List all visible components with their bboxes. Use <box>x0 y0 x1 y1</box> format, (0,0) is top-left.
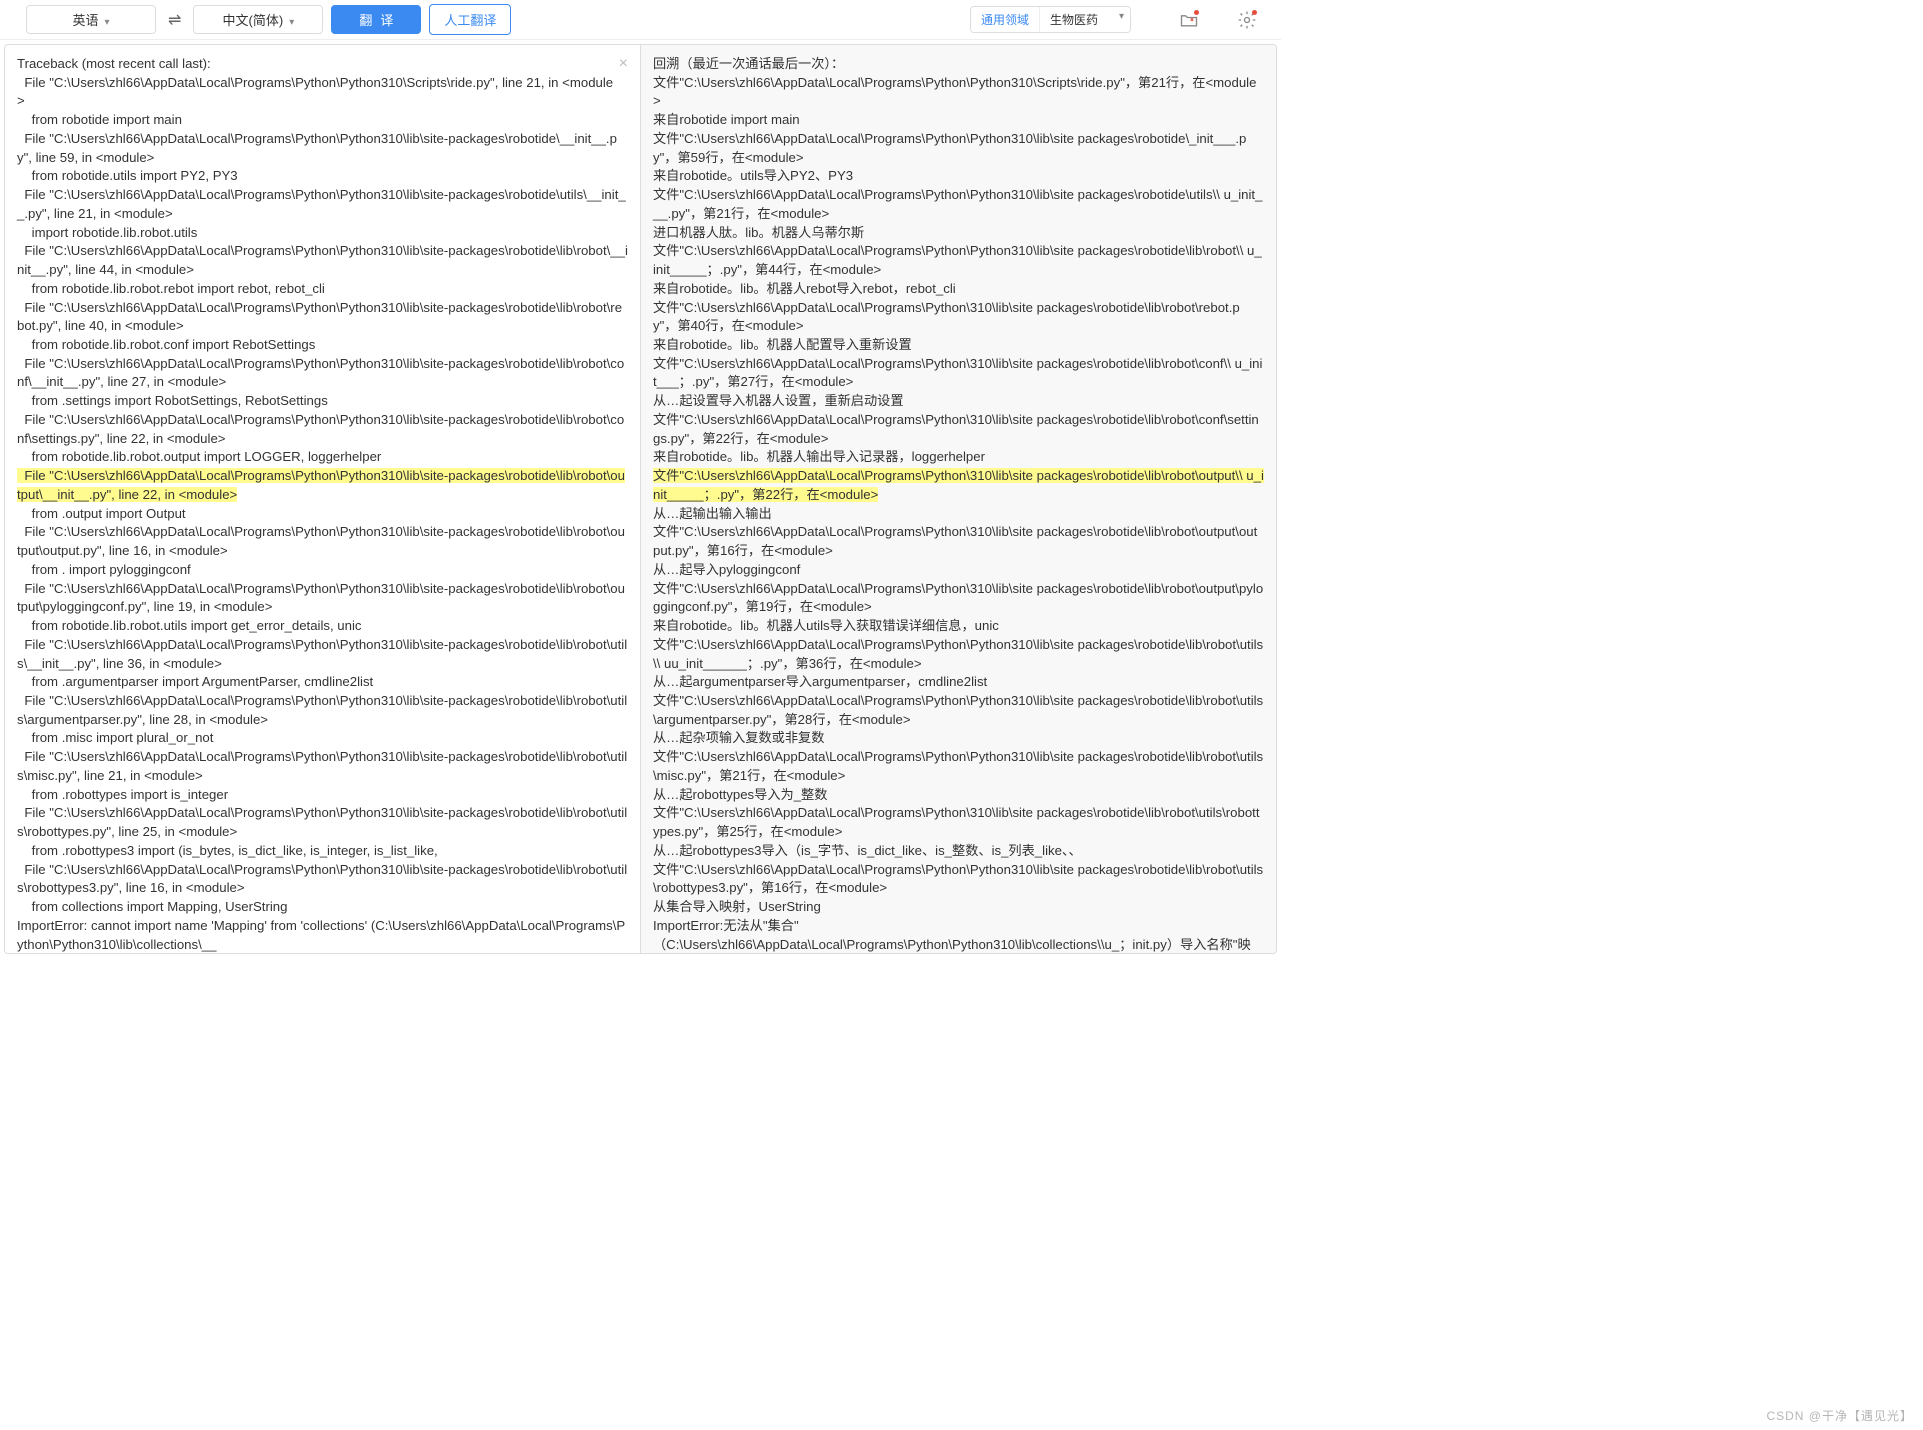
target-line: 来自robotide。lib。机器人rebot导入rebot，rebot_cli <box>653 280 1264 299</box>
source-line: File "C:\Users\zhl66\AppData\Local\Progr… <box>17 411 628 448</box>
target-line: 从…起输出输入输出 <box>653 505 1264 524</box>
target-line: 文件"C:\Users\zhl66\AppData\Local\Programs… <box>653 74 1264 111</box>
target-line: 从…起robottypes导入为_整数 <box>653 786 1264 805</box>
domain-group: 通用领域 生物医药 <box>970 6 1131 33</box>
source-line: from .argumentparser import ArgumentPars… <box>17 673 628 692</box>
swap-icon[interactable]: ⇌ <box>164 10 185 30</box>
source-line: File "C:\Users\zhl66\AppData\Local\Progr… <box>17 355 628 392</box>
source-line: File "C:\Users\zhl66\AppData\Local\Progr… <box>17 299 628 336</box>
target-line: 回溯（最近一次通话最后一次）： <box>653 55 1264 74</box>
source-lang-select[interactable]: 英语 <box>26 5 156 34</box>
source-line: File "C:\Users\zhl66\AppData\Local\Progr… <box>17 523 628 560</box>
source-line: File "C:\Users\zhl66\AppData\Local\Progr… <box>17 186 628 223</box>
source-pane[interactable]: × Traceback (most recent call last): Fil… <box>4 44 640 954</box>
target-line: 从…起杂项输入复数或非复数 <box>653 729 1264 748</box>
target-pane[interactable]: 回溯（最近一次通话最后一次）：文件"C:\Users\zhl66\AppData… <box>640 44 1277 954</box>
domain-specific-select[interactable]: 生物医药 <box>1040 7 1130 32</box>
target-line: 文件"C:\Users\zhl66\AppData\Local\Programs… <box>653 692 1264 729</box>
target-line: 来自robotide。lib。机器人配置导入重新设置 <box>653 336 1264 355</box>
target-line: 文件"C:\Users\zhl66\AppData\Local\Programs… <box>653 355 1264 392</box>
source-line: from robotide.lib.robot.output import LO… <box>17 448 628 467</box>
target-line: 进口机器人肽。lib。机器人乌蒂尔斯 <box>653 224 1264 243</box>
target-line: 文件"C:\Users\zhl66\AppData\Local\Programs… <box>653 804 1264 841</box>
target-line: 来自robotide。utils导入PY2、PY3 <box>653 167 1264 186</box>
target-line: 文件"C:\Users\zhl66\AppData\Local\Programs… <box>653 242 1264 279</box>
source-line: Traceback (most recent call last): <box>17 55 628 74</box>
target-line: 从…起argumentparser导入argumentparser，cmdlin… <box>653 673 1264 692</box>
source-line: from .output import Output <box>17 505 628 524</box>
target-line: 来自robotide import main <box>653 111 1264 130</box>
target-line: 从…起robottypes3导入（is_字节、is_dict_like、is_整… <box>653 842 1264 861</box>
source-line: ImportError: cannot import name 'Mapping… <box>17 917 628 954</box>
target-line: 来自robotide。lib。机器人utils导入获取错误详细信息，unic <box>653 617 1264 636</box>
source-line: File "C:\Users\zhl66\AppData\Local\Progr… <box>17 636 628 673</box>
source-line: from robotide.lib.robot.conf import Rebo… <box>17 336 628 355</box>
panes: × Traceback (most recent call last): Fil… <box>0 40 1281 958</box>
source-line: from .robottypes3 import (is_bytes, is_d… <box>17 842 628 861</box>
source-line: File "C:\Users\zhl66\AppData\Local\Progr… <box>17 467 628 504</box>
source-line: from robotide.lib.robot.rebot import reb… <box>17 280 628 299</box>
source-line: from collections import Mapping, UserStr… <box>17 898 628 917</box>
target-line: 从…起导入pyloggingconf <box>653 561 1264 580</box>
close-icon[interactable]: × <box>619 53 628 76</box>
target-line: 从集合导入映射，UserString <box>653 898 1264 917</box>
target-line: 文件"C:\Users\zhl66\AppData\Local\Programs… <box>653 861 1264 898</box>
source-line: import robotide.lib.robot.utils <box>17 224 628 243</box>
source-line: from . import pyloggingconf <box>17 561 628 580</box>
human-translate-button[interactable]: 人工翻译 <box>429 4 511 35</box>
toolbar: 英语 ⇌ 中文(简体) 翻译 人工翻译 通用领域 生物医药 <box>0 0 1281 40</box>
target-line: 文件"C:\Users\zhl66\AppData\Local\Programs… <box>653 580 1264 617</box>
target-line: 文件"C:\Users\zhl66\AppData\Local\Programs… <box>653 467 1264 504</box>
target-lang-select[interactable]: 中文(简体) <box>193 5 323 34</box>
target-line: 文件"C:\Users\zhl66\AppData\Local\Programs… <box>653 130 1264 167</box>
source-line: File "C:\Users\zhl66\AppData\Local\Progr… <box>17 74 628 111</box>
target-line: 文件"C:\Users\zhl66\AppData\Local\Programs… <box>653 748 1264 785</box>
source-line: from robotide.lib.robot.utils import get… <box>17 617 628 636</box>
source-line: File "C:\Users\zhl66\AppData\Local\Progr… <box>17 242 628 279</box>
source-line: from robotide.utils import PY2, PY3 <box>17 167 628 186</box>
target-line: （C:\Users\zhl66\AppData\Local\Programs\P… <box>653 936 1264 954</box>
translate-button[interactable]: 翻译 <box>331 5 421 34</box>
target-line: 来自robotide。lib。机器人输出导入记录器，loggerhelper <box>653 448 1264 467</box>
source-line: File "C:\Users\zhl66\AppData\Local\Progr… <box>17 861 628 898</box>
target-line: 从…起设置导入机器人设置，重新启动设置 <box>653 392 1264 411</box>
source-line: from .settings import RobotSettings, Reb… <box>17 392 628 411</box>
domain-general-button[interactable]: 通用领域 <box>971 7 1040 32</box>
target-line: ImportError:无法从"集合" <box>653 917 1264 936</box>
target-line: 文件"C:\Users\zhl66\AppData\Local\Programs… <box>653 523 1264 560</box>
gear-icon[interactable] <box>1235 8 1259 32</box>
target-line: 文件"C:\Users\zhl66\AppData\Local\Programs… <box>653 299 1264 336</box>
source-line: from .misc import plural_or_not <box>17 729 628 748</box>
source-line: File "C:\Users\zhl66\AppData\Local\Progr… <box>17 804 628 841</box>
source-line: File "C:\Users\zhl66\AppData\Local\Progr… <box>17 692 628 729</box>
target-line: 文件"C:\Users\zhl66\AppData\Local\Programs… <box>653 636 1264 673</box>
watermark: CSDN @干净【遇见光】 <box>1766 1407 1913 1424</box>
source-line: File "C:\Users\zhl66\AppData\Local\Progr… <box>17 748 628 785</box>
source-line: from robotide import main <box>17 111 628 130</box>
source-line: File "C:\Users\zhl66\AppData\Local\Progr… <box>17 130 628 167</box>
target-line: 文件"C:\Users\zhl66\AppData\Local\Programs… <box>653 411 1264 448</box>
target-line: 文件"C:\Users\zhl66\AppData\Local\Programs… <box>653 186 1264 223</box>
source-line: from .robottypes import is_integer <box>17 786 628 805</box>
folder-icon[interactable] <box>1177 8 1201 32</box>
source-line: File "C:\Users\zhl66\AppData\Local\Progr… <box>17 580 628 617</box>
